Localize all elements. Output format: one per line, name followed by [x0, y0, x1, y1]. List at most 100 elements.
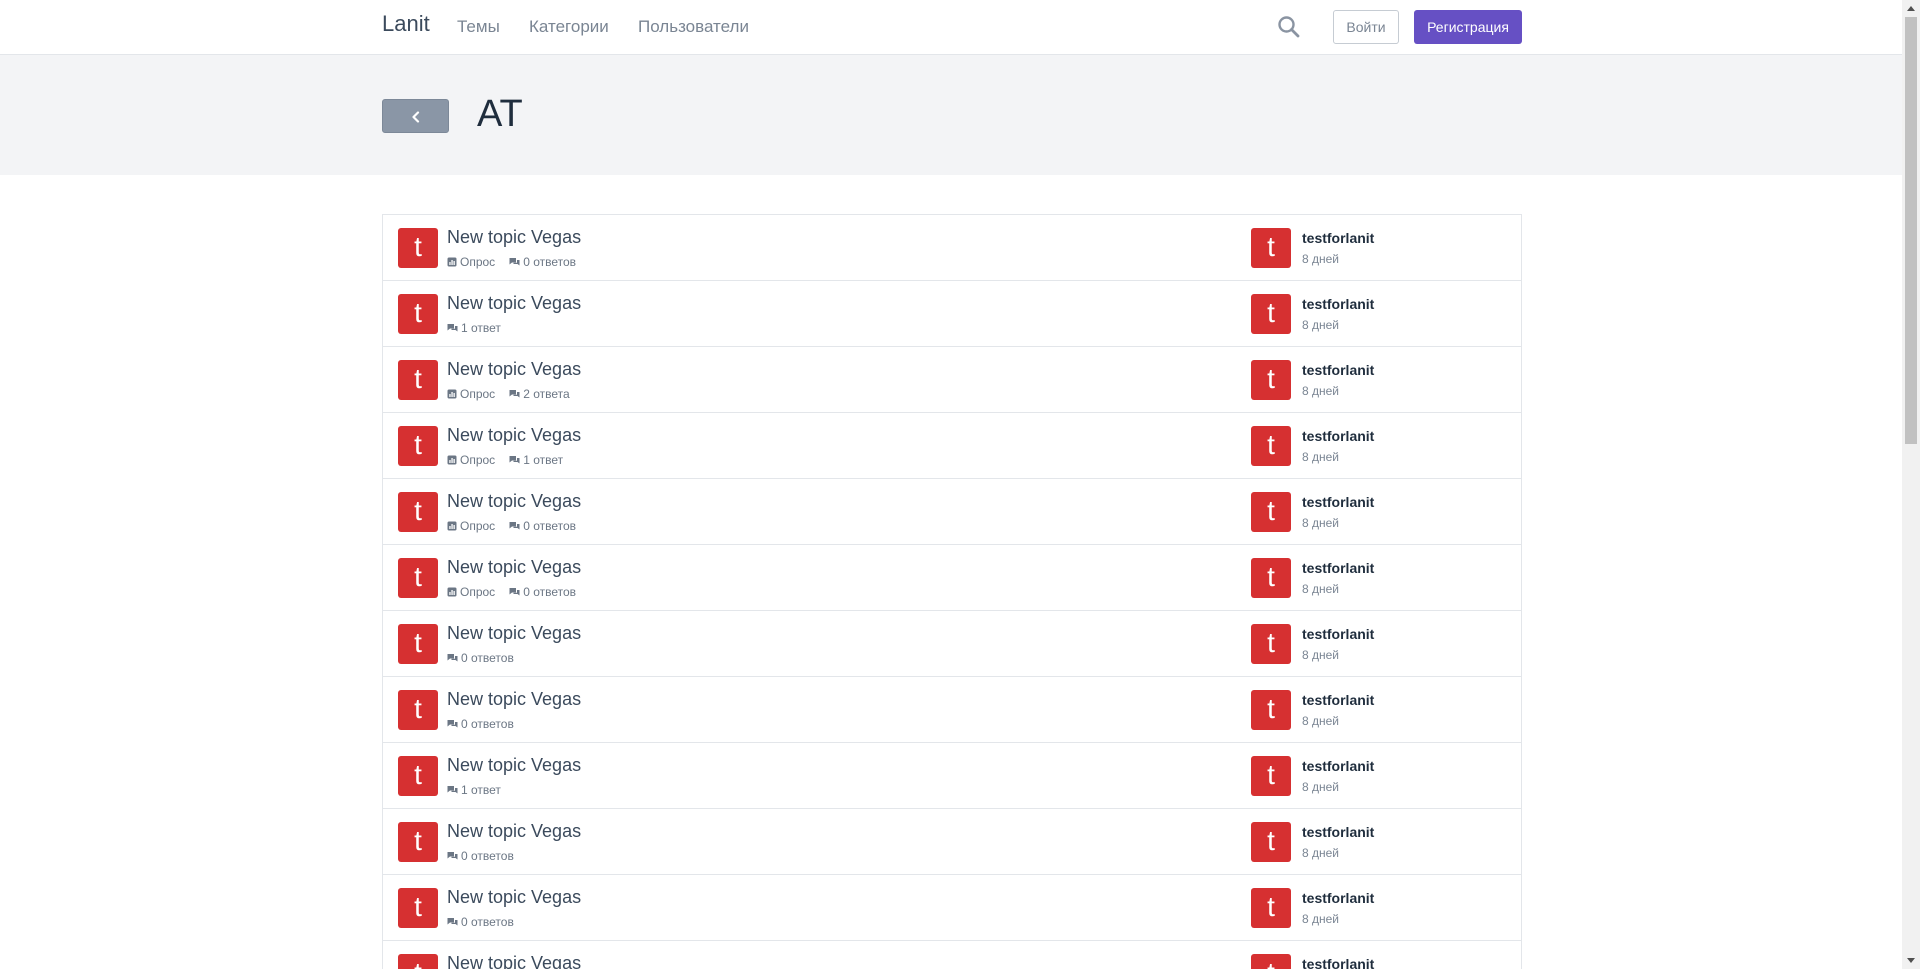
topic-title-link[interactable]: New topic Vegas — [447, 293, 581, 314]
search-icon — [1278, 16, 1300, 38]
reply-count-label: 0 ответов — [461, 849, 514, 863]
reply-count-label: 0 ответов — [461, 651, 514, 665]
topic-row[interactable]: t New topic Vegas Опрос 0 ответов t testforla… — [383, 545, 1521, 611]
last-poster-avatar[interactable]: t — [1251, 426, 1291, 466]
last-poster-avatar[interactable]: t — [1251, 690, 1291, 730]
nav-categories-link[interactable]: Категории — [529, 17, 609, 37]
last-poster-name[interactable]: testforlanit — [1302, 560, 1374, 576]
last-poster-avatar[interactable]: t — [1251, 888, 1291, 928]
last-poster-name[interactable]: testforlanit — [1302, 956, 1374, 969]
topic-title-link[interactable]: New topic Vegas — [447, 359, 581, 380]
last-poster-name[interactable]: testforlanit — [1302, 692, 1374, 708]
last-poster-name[interactable]: testforlanit — [1302, 494, 1374, 510]
last-post-time: 8 дней — [1302, 450, 1340, 464]
last-poster-avatar[interactable]: t — [1251, 228, 1291, 268]
reply-count-label: 1 ответ — [461, 321, 501, 335]
comments-icon — [509, 588, 520, 596]
topic-row[interactable]: t New topic Vegas Опрос 1 ответ t testforlani… — [383, 413, 1521, 479]
topic-title-link[interactable]: New topic Vegas — [447, 623, 581, 644]
reply-count-label: 2 ответа — [523, 387, 570, 401]
author-avatar[interactable]: t — [398, 294, 438, 334]
topic-title-link[interactable]: New topic Vegas — [447, 425, 581, 446]
topic-row[interactable]: t New topic Vegas 0 ответов t testforlanit 8 … — [383, 677, 1521, 743]
topic-title-link[interactable]: New topic Vegas — [447, 887, 581, 908]
last-poster-avatar[interactable]: t — [1251, 756, 1291, 796]
topic-meta: Опрос 1 ответ — [447, 453, 577, 467]
last-poster-name[interactable]: testforlanit — [1302, 824, 1374, 840]
author-avatar[interactable]: t — [398, 492, 438, 532]
topic-title-link[interactable]: New topic Vegas — [447, 821, 581, 842]
topic-row[interactable]: t New topic Vegas 0 ответов t testforlanit 8 … — [383, 611, 1521, 677]
last-post-time: 8 дней — [1302, 780, 1340, 794]
last-poster-name[interactable]: testforlanit — [1302, 428, 1374, 444]
brand-logo[interactable]: Lanit — [382, 11, 430, 37]
nav-topics-link[interactable]: Темы — [457, 17, 500, 37]
scrollbar-thumb[interactable] — [1905, 17, 1917, 444]
author-avatar[interactable]: t — [398, 558, 438, 598]
topic-title-link[interactable]: New topic Vegas — [447, 689, 581, 710]
author-avatar[interactable]: t — [398, 756, 438, 796]
topic-row[interactable]: t New topic Vegas Опрос 0 ответов t testforla… — [383, 479, 1521, 545]
topic-meta: 0 ответов — [447, 717, 528, 731]
author-avatar[interactable]: t — [398, 954, 438, 969]
topic-title-link[interactable]: New topic Vegas — [447, 953, 581, 969]
topic-title-link[interactable]: New topic Vegas — [447, 227, 581, 248]
poll-label: Опрос — [460, 255, 496, 269]
topic-title-link[interactable]: New topic Vegas — [447, 557, 581, 578]
last-poster-name[interactable]: testforlanit — [1302, 758, 1374, 774]
last-poster-avatar[interactable]: t — [1251, 492, 1291, 532]
last-post-time: 8 дней — [1302, 846, 1340, 860]
scrollbar[interactable] — [1902, 0, 1920, 969]
topic-meta: Опрос 0 ответов — [447, 519, 590, 533]
poll-icon — [447, 455, 457, 465]
author-avatar[interactable]: t — [398, 228, 438, 268]
last-post-time: 8 дней — [1302, 384, 1340, 398]
author-avatar[interactable]: t — [398, 624, 438, 664]
last-poster-avatar[interactable]: t — [1251, 294, 1291, 334]
topic-title-link[interactable]: New topic Vegas — [447, 491, 581, 512]
comments-icon — [447, 786, 458, 794]
topic-row[interactable]: t New topic Vegas 1 ответ t testforlanit 8 дн… — [383, 281, 1521, 347]
last-poster-avatar[interactable]: t — [1251, 360, 1291, 400]
topic-title-link[interactable]: New topic Vegas — [447, 755, 581, 776]
last-poster-name[interactable]: testforlanit — [1302, 230, 1374, 246]
topic-meta: 1 ответ — [447, 783, 515, 797]
last-poster-name[interactable]: testforlanit — [1302, 362, 1374, 378]
topic-meta: Опрос 2 ответа — [447, 387, 584, 401]
last-poster-name[interactable]: testforlanit — [1302, 890, 1374, 906]
last-poster-name[interactable]: testforlanit — [1302, 296, 1374, 312]
poll-indicator: Опрос — [447, 387, 495, 401]
poll-indicator: Опрос — [447, 453, 495, 467]
register-button[interactable]: Регистрация — [1414, 10, 1522, 44]
topic-row[interactable]: t New topic Vegas 0 ответов t testforlanit 8 … — [383, 875, 1521, 941]
topic-row[interactable]: t New topic Vegas 0 ответов t testforlanit 8 … — [383, 809, 1521, 875]
nav-users-link[interactable]: Пользователи — [638, 17, 749, 37]
scroll-down-button[interactable] — [1902, 952, 1920, 969]
comments-icon — [509, 258, 520, 266]
search-button[interactable] — [1276, 14, 1302, 40]
author-avatar[interactable]: t — [398, 888, 438, 928]
author-avatar[interactable]: t — [398, 822, 438, 862]
author-avatar[interactable]: t — [398, 426, 438, 466]
comments-icon — [447, 324, 458, 332]
last-poster-name[interactable]: testforlanit — [1302, 626, 1374, 642]
last-poster-avatar[interactable]: t — [1251, 624, 1291, 664]
login-button[interactable]: Войти — [1333, 10, 1399, 44]
author-avatar[interactable]: t — [398, 690, 438, 730]
back-button[interactable] — [382, 99, 449, 133]
reply-count-label: 0 ответов — [461, 915, 514, 929]
reply-count-label: 0 ответов — [523, 585, 577, 599]
topic-row[interactable]: t New topic Vegas 1 ответ t testforlanit 8 дн… — [383, 743, 1521, 809]
scroll-up-button[interactable] — [1902, 0, 1920, 17]
topic-row[interactable]: t New topic Vegas Опрос 0 ответов t testforla… — [383, 215, 1521, 281]
last-post-time: 8 дней — [1302, 252, 1340, 266]
reply-count-label: 1 ответ — [461, 783, 501, 797]
topic-row[interactable]: t New topic Vegas Опрос 2 ответа t testforlan… — [383, 347, 1521, 413]
topic-meta: 0 ответов — [447, 849, 528, 863]
last-poster-avatar[interactable]: t — [1251, 822, 1291, 862]
last-poster-avatar[interactable]: t — [1251, 954, 1291, 969]
author-avatar[interactable]: t — [398, 360, 438, 400]
topic-meta: 0 ответов — [447, 651, 528, 665]
last-poster-avatar[interactable]: t — [1251, 558, 1291, 598]
topic-row[interactable]: t New topic Vegas t testforlanit — [383, 941, 1521, 969]
